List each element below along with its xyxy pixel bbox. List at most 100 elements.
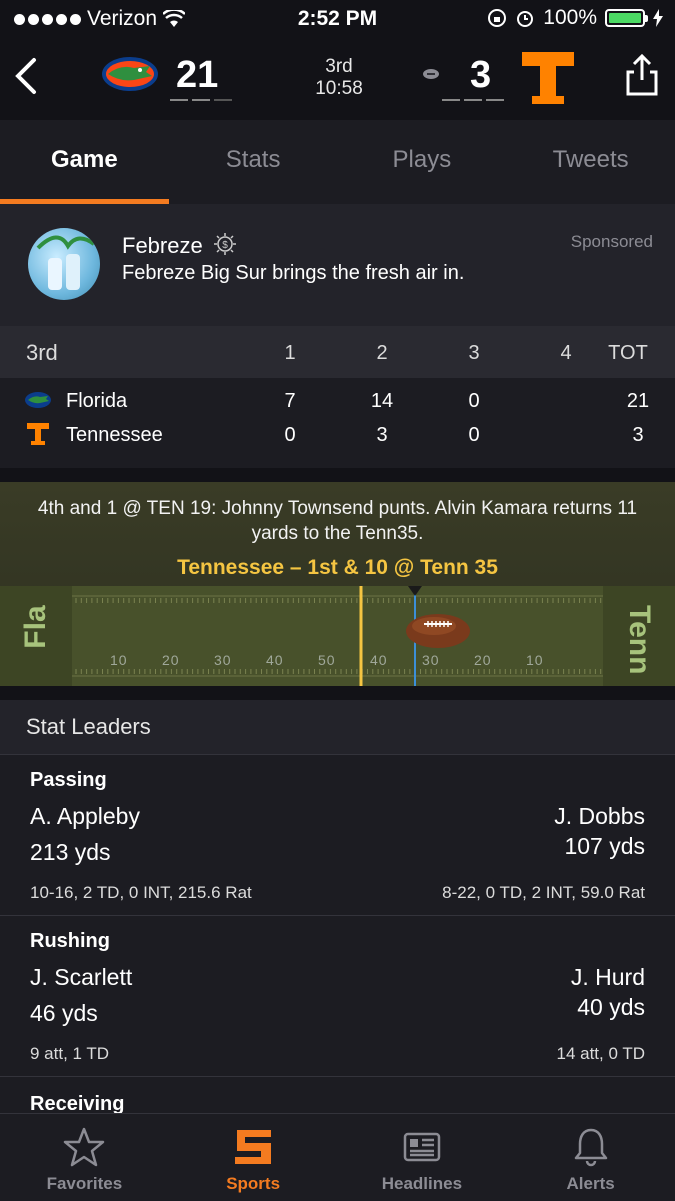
col-q2: 2 (376, 342, 388, 364)
linescore-period: 3rd (26, 340, 58, 365)
team-name: Tennessee (66, 424, 163, 446)
left-detail: 10-16, 2 TD, 0 INT, 215.6 Rat (30, 883, 252, 902)
table-row: Tennessee 0 3 0 3 (0, 422, 675, 456)
linescore-header: 3rd 1 2 3 4 TOT (0, 326, 675, 378)
score-cell: 14 (370, 390, 394, 412)
nav-label: Favorites (46, 1174, 123, 1193)
tab-game[interactable]: Game (0, 120, 169, 204)
possession-football-icon (423, 69, 439, 79)
share-icon[interactable] (624, 54, 660, 96)
status-right: 100% (487, 6, 663, 30)
football-icon (406, 614, 470, 648)
left-player: A. Appleby (30, 803, 140, 829)
football-field: Fla Tenn 10 20 30 40 50 40 30 20 10 (0, 586, 675, 686)
battery-percent: 100% (543, 6, 597, 29)
nav-alerts[interactable]: Alerts (506, 1114, 675, 1201)
right-detail: 8-22, 0 TD, 2 INT, 59.0 Rat (442, 883, 645, 902)
nav-sports[interactable]: Sports (169, 1114, 338, 1201)
score-cell: 0 (284, 424, 296, 446)
right-detail: 14 att, 0 TD (556, 1044, 645, 1063)
right-yards: 107 yds (564, 833, 645, 859)
col-q3: 3 (468, 342, 480, 364)
yard-label: 10 (526, 652, 544, 668)
stat-leader-passing[interactable]: Passing A. Appleby 213 yds 10-16, 2 TD, … (0, 754, 675, 915)
svg-text:$: $ (222, 240, 228, 251)
tennessee-logo-icon (27, 423, 49, 445)
table-row: Florida 7 14 0 21 (0, 388, 675, 422)
sponsored-ad[interactable]: Febreze $ Febreze Big Sur brings the fre… (0, 204, 675, 326)
yard-label: 20 (162, 652, 180, 668)
right-player: J. Dobbs (554, 803, 645, 829)
bottom-nav: Favorites Sports Headlines Alerts (0, 1113, 675, 1201)
ad-body: Febreze Big Sur brings the fresh air in. (122, 262, 465, 284)
nav-label: Headlines (381, 1174, 463, 1193)
left-yards: 46 yds (30, 1000, 98, 1026)
nav-favorites[interactable]: Favorites (0, 1114, 169, 1201)
stat-leaders-title: Stat Leaders (0, 700, 675, 754)
right-player: J. Hurd (570, 964, 645, 990)
game-tabs: Game Stats Plays Tweets (0, 120, 675, 204)
ad-sponsored-label: Sponsored (570, 232, 653, 251)
col-q4: 4 (560, 342, 572, 364)
florida-logo-icon (102, 57, 158, 91)
team-name: Florida (66, 390, 128, 412)
tab-tweets[interactable]: Tweets (506, 120, 675, 204)
alarm-icon (517, 11, 534, 27)
col-q1: 1 (284, 342, 296, 364)
score-cell: 0 (468, 424, 480, 446)
nav-label: Alerts (566, 1174, 615, 1193)
game-clock: 3rd 10:58 (300, 56, 378, 100)
score-cell: 0 (468, 390, 480, 412)
right-yards: 40 yds (577, 994, 645, 1020)
yard-label: 50 (318, 652, 336, 668)
yard-label: 20 (474, 652, 492, 668)
florida-logo-icon (25, 392, 51, 408)
away-timeouts (442, 99, 504, 101)
score-cell: 7 (284, 390, 296, 412)
linescore-table: 3rd 1 2 3 4 TOT Florida 7 14 0 21 Tennes… (0, 326, 675, 468)
left-detail: 9 att, 1 TD (30, 1044, 110, 1063)
away-score: 3 (470, 54, 492, 96)
stat-leader-receiving[interactable]: Receiving (0, 1076, 675, 1114)
game-header: 21 3rd 10:58 3 (0, 38, 675, 120)
battery-icon (605, 9, 648, 27)
col-tot: TOT (608, 342, 648, 364)
yard-label: 40 (370, 652, 388, 668)
ad-image (28, 228, 100, 300)
score-total: 3 (632, 424, 644, 446)
stat-category: Rushing (30, 930, 110, 952)
yard-label: 40 (266, 652, 284, 668)
sponsored-dollar-icon: $ (213, 233, 236, 255)
clock-label: 10:58 (315, 78, 363, 99)
ad-title: Febreze $ (122, 232, 237, 259)
status-bar: Verizon 2:52 PM 100% (0, 0, 675, 38)
field-markings (72, 586, 603, 686)
left-endzone: Fla (0, 586, 72, 686)
rotation-lock-icon (488, 9, 507, 27)
right-endzone: Tenn (603, 586, 675, 686)
left-yards: 213 yds (30, 839, 111, 865)
left-player: J. Scarlett (30, 964, 133, 990)
newspaper-icon (403, 1132, 441, 1162)
sports-logo-icon (235, 1130, 272, 1164)
bell-icon (574, 1128, 607, 1167)
nav-headlines[interactable]: Headlines (338, 1114, 507, 1201)
tab-stats[interactable]: Stats (169, 120, 338, 204)
yard-label: 30 (214, 652, 232, 668)
score-cell: 3 (376, 424, 388, 446)
stat-category: Passing (30, 769, 107, 791)
back-button[interactable] (10, 54, 46, 98)
last-play-panel[interactable]: 4th and 1 @ TEN 19: Johnny Townsend punt… (0, 482, 675, 686)
down-distance: Tennessee – 1st & 10 @ Tenn 35 (177, 556, 498, 579)
stat-category: Receiving (30, 1093, 125, 1114)
play-description: 4th and 1 @ TEN 19: Johnny Townsend punt… (37, 498, 638, 544)
home-timeouts (170, 99, 232, 101)
yard-label: 30 (422, 652, 440, 668)
home-score: 21 (176, 54, 219, 96)
tennessee-logo-icon (522, 52, 574, 104)
stat-leader-rushing[interactable]: Rushing J. Scarlett 46 yds 9 att, 1 TD J… (0, 915, 675, 1076)
quarter-label: 3rd (325, 56, 353, 77)
charging-icon (653, 9, 663, 27)
yard-label: 10 (110, 652, 128, 668)
tab-plays[interactable]: Plays (338, 120, 507, 204)
